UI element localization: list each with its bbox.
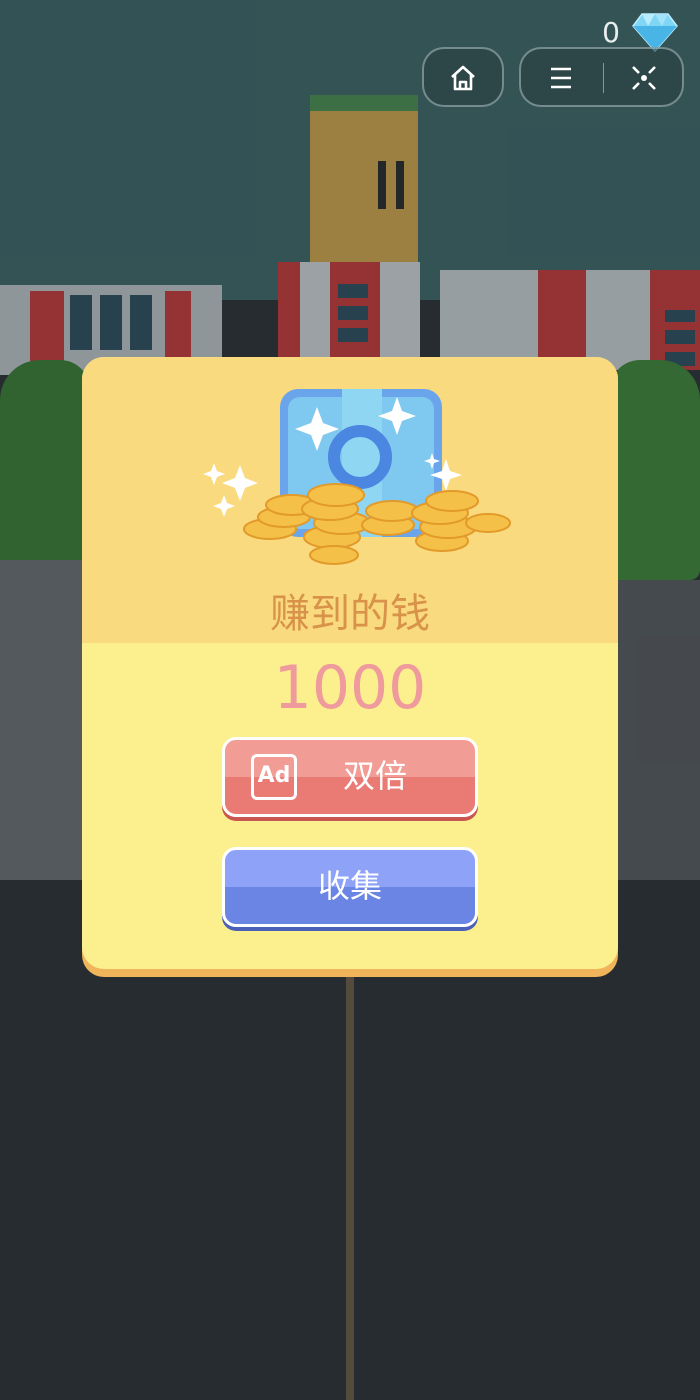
diamond-icon	[632, 13, 678, 52]
gem-count: 0	[602, 16, 620, 49]
menu-icon[interactable]	[546, 63, 576, 93]
double-reward-button[interactable]: Ad 双倍	[222, 737, 478, 817]
capsule-divider	[603, 63, 604, 93]
coin-treasure-icon	[203, 389, 511, 565]
double-button-label: 双倍	[342, 757, 407, 795]
reward-amount: 1000	[273, 653, 427, 723]
home-button[interactable]	[422, 47, 504, 107]
ad-icon: Ad	[251, 754, 297, 800]
collect-button-label: 收集	[317, 867, 382, 905]
capsule-menu	[519, 47, 684, 107]
reward-dialog: 赚到的钱 1000 Ad 双倍 收集	[82, 357, 618, 969]
close-icon[interactable]	[629, 63, 659, 93]
dialog-title: 赚到的钱	[270, 591, 430, 637]
collect-button[interactable]: 收集	[222, 847, 478, 927]
home-icon	[451, 65, 475, 91]
